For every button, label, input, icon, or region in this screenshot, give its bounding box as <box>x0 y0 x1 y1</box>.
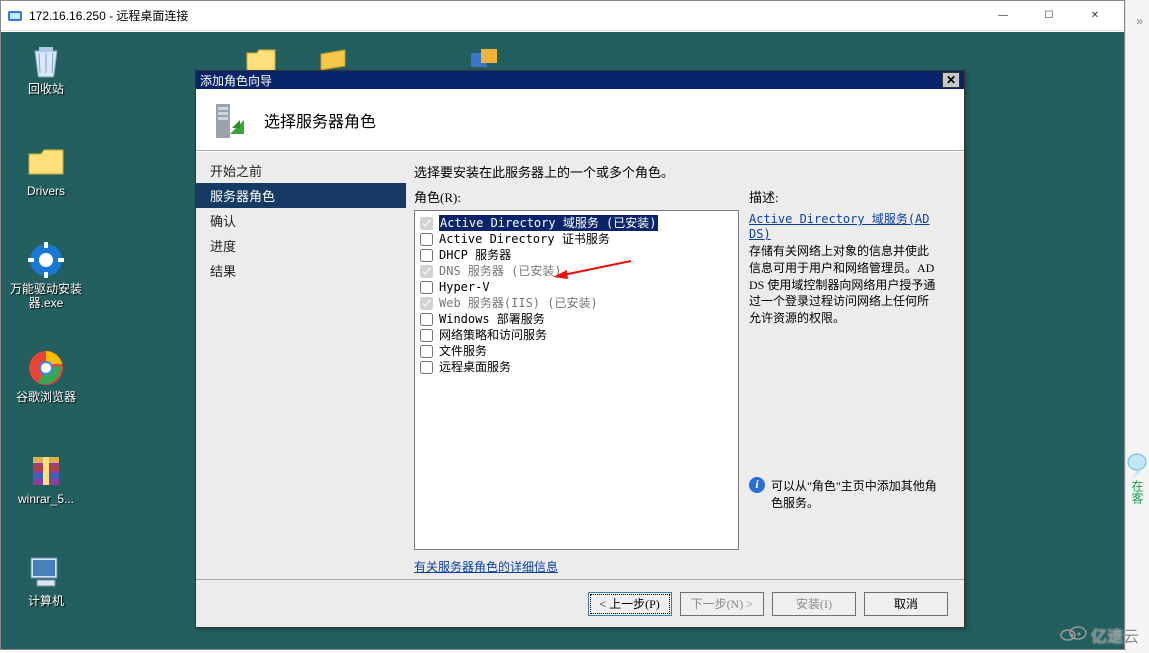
server-roles-icon <box>208 98 252 142</box>
description-label: 描述: <box>749 187 946 206</box>
desktop-icon-recycle-bin[interactable]: 回收站 <box>7 40 85 96</box>
role-checkbox[interactable] <box>420 329 433 342</box>
rdp-title-text: 172.16.16.250 - 远程桌面连接 <box>29 7 188 24</box>
more-about-roles-link[interactable]: 有关服务器角色的详细信息 <box>414 558 739 575</box>
role-item-nps[interactable]: 网络策略和访问服务 <box>419 327 734 343</box>
add-roles-wizard: 添加角色向导 ✕ 选择服务器角色 开始之前 服务器角色 确认 进度 结果 选 <box>195 70 965 628</box>
rdp-close-button[interactable]: ✕ <box>1072 1 1118 31</box>
recycle-bin-icon <box>7 40 85 80</box>
wizard-close-button[interactable]: ✕ <box>942 72 960 88</box>
roles-listbox[interactable]: Active Directory 域服务 (已安装) Active Direct… <box>414 210 739 550</box>
rdp-titlebar: 172.16.16.250 - 远程桌面连接 — ☐ ✕ <box>1 1 1124 31</box>
desktop-icon-computer[interactable]: 计算机 <box>7 552 85 608</box>
role-item-dns[interactable]: DNS 服务器 (已安装) <box>419 263 734 279</box>
role-item-wds[interactable]: Windows 部署服务 <box>419 311 734 327</box>
previous-button[interactable]: < 上一步(P) <box>588 592 672 616</box>
desktop-icon-drivers[interactable]: Drivers <box>7 142 85 198</box>
rdp-maximize-button[interactable]: ☐ <box>1026 1 1072 31</box>
nav-item-before-you-begin[interactable]: 开始之前 <box>196 158 406 183</box>
info-icon: i <box>749 477 765 493</box>
wizard-main: 选择要安装在此服务器上的一个或多个角色。 角色(R): Active Direc… <box>406 152 964 579</box>
archive-icon <box>7 450 85 490</box>
wizard-titlebar[interactable]: 添加角色向导 ✕ <box>196 71 964 89</box>
remote-desktop: 回收站 Drivers 万能驱动安装器.exe 谷歌浏览器 winrar_5.. <box>1 32 1124 649</box>
gear-icon <box>7 240 85 280</box>
description-link[interactable]: Active Directory 域服务(AD DS) <box>749 210 946 241</box>
role-item-file-services[interactable]: 文件服务 <box>419 343 734 359</box>
cancel-button[interactable]: 取消 <box>864 592 948 616</box>
role-checkbox <box>420 297 433 310</box>
rdp-icon <box>7 8 23 24</box>
role-item-iis[interactable]: Web 服务器(IIS) (已安装) <box>419 295 734 311</box>
role-item-ad-ds[interactable]: Active Directory 域服务 (已安装) <box>419 215 734 231</box>
role-item-ad-cs[interactable]: Active Directory 证书服务 <box>419 231 734 247</box>
next-button: 下一步(N) > <box>680 592 764 616</box>
cloud-icon <box>1059 624 1087 647</box>
rdp-minimize-button[interactable]: — <box>980 1 1026 31</box>
nav-item-results[interactable]: 结果 <box>196 258 406 283</box>
role-checkbox[interactable] <box>420 249 433 262</box>
roles-label: 角色(R): <box>414 187 739 206</box>
role-checkbox[interactable] <box>420 361 433 374</box>
chrome-icon <box>7 348 85 388</box>
desktop-icon-winrar[interactable]: winrar_5... <box>7 450 85 506</box>
nav-item-server-roles[interactable]: 服务器角色 <box>196 183 406 208</box>
assistant-bubble-icon[interactable] <box>1127 452 1147 483</box>
role-item-hyperv[interactable]: Hyper-V <box>419 279 734 295</box>
nav-item-progress[interactable]: 进度 <box>196 233 406 258</box>
desktop-icon-chrome[interactable]: 谷歌浏览器 <box>7 348 85 404</box>
install-button: 安装(I) <box>772 592 856 616</box>
wizard-header: 选择服务器角色 <box>196 89 964 151</box>
rdp-window: 172.16.16.250 - 远程桌面连接 — ☐ ✕ 回收站 Drivers… <box>0 0 1125 650</box>
role-item-dhcp[interactable]: DHCP 服务器 <box>419 247 734 263</box>
role-item-rds[interactable]: 远程桌面服务 <box>419 359 734 375</box>
computer-icon <box>7 552 85 592</box>
chevron-icon: » <box>1136 14 1143 28</box>
role-checkbox[interactable] <box>420 233 433 246</box>
wizard-nav: 开始之前 服务器角色 确认 进度 结果 <box>196 152 406 579</box>
info-hint: i 可以从"角色"主页中添加其他角色服务。 <box>749 477 946 511</box>
description-text: 存储有关网络上对象的信息并使此信息可用于用户和网络管理员。AD DS 使用域控制… <box>749 243 939 327</box>
right-side-panel: » 在客 <box>1125 0 1149 653</box>
desktop-icon-driver-tool[interactable]: 万能驱动安装器.exe <box>7 240 85 311</box>
side-label: 在客 <box>1129 480 1146 504</box>
role-checkbox[interactable] <box>420 313 433 326</box>
watermark: 亿速云 <box>1059 623 1139 647</box>
wizard-header-title: 选择服务器角色 <box>264 108 376 132</box>
nav-item-confirmation[interactable]: 确认 <box>196 208 406 233</box>
role-checkbox <box>420 217 433 230</box>
role-checkbox[interactable] <box>420 345 433 358</box>
role-checkbox[interactable] <box>420 281 433 294</box>
folder-icon <box>7 142 85 182</box>
wizard-footer: < 上一步(P) 下一步(N) > 安装(I) 取消 <box>196 579 964 627</box>
info-hint-text: 可以从"角色"主页中添加其他角色服务。 <box>771 477 946 511</box>
wizard-body: 开始之前 服务器角色 确认 进度 结果 选择要安装在此服务器上的一个或多个角色。… <box>196 152 964 579</box>
wizard-title-text: 添加角色向导 <box>200 72 272 89</box>
role-checkbox <box>420 265 433 278</box>
instruction-text: 选择要安装在此服务器上的一个或多个角色。 <box>414 162 946 181</box>
watermark-text: 亿速云 <box>1091 623 1139 647</box>
